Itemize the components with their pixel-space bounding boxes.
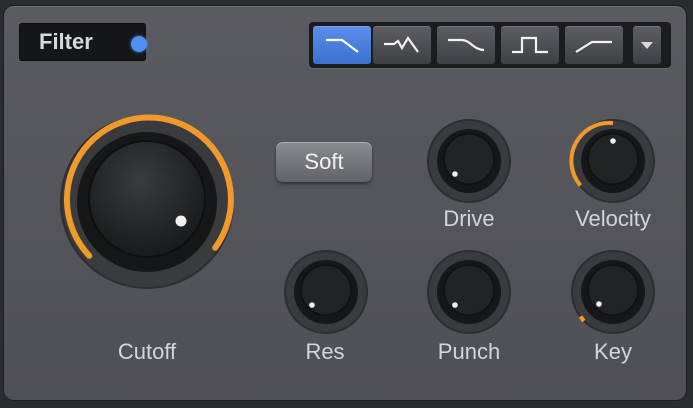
key-knob[interactable]	[570, 249, 656, 335]
res-label: Res	[305, 339, 345, 364]
filter-type-notch-button[interactable]	[501, 26, 559, 64]
filter-type-menu-button[interactable]	[633, 26, 661, 64]
velocity-knob[interactable]	[569, 118, 656, 204]
cutoff-indicator	[175, 215, 187, 227]
filter-type-lowpass-button[interactable]	[313, 26, 371, 64]
highpass-icon	[575, 40, 612, 53]
res-knob[interactable]	[283, 249, 369, 335]
bandpass-icon	[384, 35, 419, 53]
cutoff-knob[interactable]	[58, 113, 236, 291]
soft-button[interactable]: Soft	[276, 142, 372, 182]
cutoff-label: Cutoff	[117, 339, 177, 364]
filter-type-highshelf-button[interactable]	[437, 26, 495, 64]
filter-type-bandpass-button[interactable]	[373, 26, 431, 64]
velocity-label: Velocity	[575, 206, 651, 231]
chevron-down-icon	[641, 42, 653, 49]
punch-indicator	[452, 302, 458, 308]
filter-type-highpass-button[interactable]	[565, 26, 623, 64]
filter-title: Filter	[39, 29, 93, 54]
lowpass-icon	[326, 38, 359, 53]
velocity-indicator	[610, 138, 616, 144]
highshelf-icon	[448, 38, 485, 52]
filter-type-selector	[309, 22, 671, 68]
key-indicator	[596, 301, 602, 307]
key-label: Key	[594, 339, 632, 364]
filter-enable-led[interactable]	[131, 36, 147, 52]
filter-header-badge[interactable]: Filter	[19, 23, 147, 61]
res-indicator	[309, 302, 315, 308]
drive-indicator	[452, 171, 458, 177]
drive-label: Drive	[443, 206, 495, 231]
notch-icon	[512, 36, 548, 54]
punch-label: Punch	[437, 339, 501, 364]
drive-knob[interactable]	[426, 118, 512, 204]
punch-knob[interactable]	[426, 249, 512, 335]
